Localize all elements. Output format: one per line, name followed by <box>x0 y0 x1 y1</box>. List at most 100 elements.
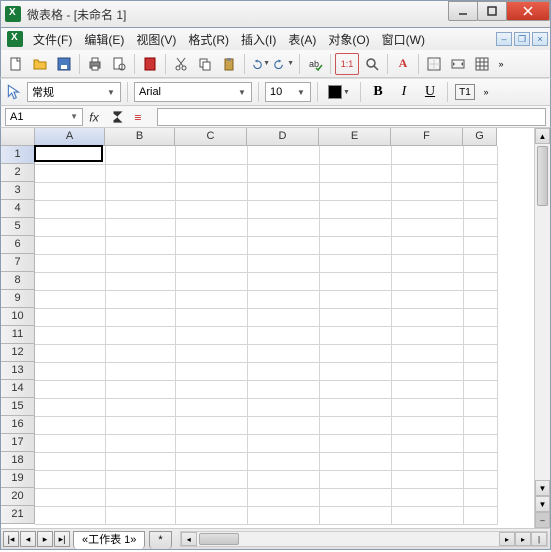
tab-next-button[interactable]: ▸ <box>37 531 53 547</box>
cell[interactable] <box>391 344 463 362</box>
cell[interactable] <box>35 416 105 434</box>
menu-file[interactable]: 文件(F) <box>27 29 78 50</box>
cell[interactable] <box>105 488 175 506</box>
cell[interactable] <box>35 200 105 218</box>
cell[interactable] <box>175 326 247 344</box>
cell[interactable] <box>319 254 391 272</box>
mdi-close-button[interactable]: × <box>532 32 548 46</box>
menu-window[interactable]: 窗口(W) <box>376 29 431 50</box>
vscroll-thumb[interactable] <box>537 146 548 206</box>
cell[interactable] <box>247 506 319 524</box>
cell[interactable] <box>463 362 497 380</box>
cell[interactable] <box>105 362 175 380</box>
cell[interactable] <box>319 308 391 326</box>
cell[interactable] <box>391 308 463 326</box>
cell-area[interactable] <box>35 146 534 528</box>
cell[interactable] <box>391 488 463 506</box>
cell[interactable] <box>247 272 319 290</box>
cell[interactable] <box>35 362 105 380</box>
row-header-11[interactable]: 11 <box>1 326 35 344</box>
cell[interactable] <box>175 344 247 362</box>
cell[interactable] <box>391 362 463 380</box>
cell[interactable] <box>319 488 391 506</box>
scroll-right-button[interactable]: ▸ <box>499 532 515 546</box>
cell[interactable] <box>105 326 175 344</box>
format-overflow[interactable]: » <box>480 81 492 103</box>
cell[interactable] <box>463 398 497 416</box>
cell[interactable] <box>463 308 497 326</box>
horizontal-scrollbar[interactable]: ◂ ▸ ▸ | <box>180 531 548 547</box>
save-button[interactable] <box>53 53 75 75</box>
redo-button[interactable]: ▼ <box>273 53 295 75</box>
horizontal-split-handle[interactable]: | <box>531 532 547 546</box>
cell[interactable] <box>175 416 247 434</box>
cell[interactable] <box>35 272 105 290</box>
cell[interactable] <box>175 362 247 380</box>
column-header-B[interactable]: B <box>105 128 175 146</box>
cell[interactable] <box>319 182 391 200</box>
row-header-17[interactable]: 17 <box>1 434 35 452</box>
cell[interactable] <box>247 290 319 308</box>
cell[interactable] <box>105 254 175 272</box>
cell[interactable] <box>319 146 391 164</box>
spellcheck-button[interactable]: ab <box>304 53 326 75</box>
merge-cells-button[interactable] <box>447 53 469 75</box>
font-combo[interactable]: Arial▼ <box>134 82 252 102</box>
cell[interactable] <box>463 182 497 200</box>
cell[interactable] <box>105 200 175 218</box>
cell[interactable] <box>247 488 319 506</box>
app-icon-small[interactable] <box>7 31 23 47</box>
sum-button[interactable] <box>109 108 127 126</box>
cell[interactable] <box>105 164 175 182</box>
cell[interactable] <box>319 344 391 362</box>
cell[interactable] <box>175 200 247 218</box>
vertical-scrollbar[interactable]: ▲ ▼ ▼ – <box>534 128 550 528</box>
cell[interactable] <box>463 200 497 218</box>
cell[interactable] <box>463 434 497 452</box>
cell[interactable] <box>247 362 319 380</box>
cell[interactable] <box>175 254 247 272</box>
cell[interactable] <box>175 308 247 326</box>
scroll-up-button[interactable]: ▲ <box>535 128 550 144</box>
cell[interactable] <box>391 506 463 524</box>
cell[interactable] <box>247 236 319 254</box>
cell[interactable] <box>175 488 247 506</box>
cell[interactable] <box>35 488 105 506</box>
cell[interactable] <box>319 398 391 416</box>
cell[interactable] <box>105 146 175 164</box>
column-header-C[interactable]: C <box>175 128 247 146</box>
tab-last-button[interactable]: ▸| <box>54 531 70 547</box>
cell[interactable] <box>105 380 175 398</box>
row-header-10[interactable]: 10 <box>1 308 35 326</box>
cell[interactable] <box>463 218 497 236</box>
row-header-9[interactable]: 9 <box>1 290 35 308</box>
cell[interactable] <box>105 290 175 308</box>
cell[interactable] <box>463 380 497 398</box>
row-header-13[interactable]: 13 <box>1 362 35 380</box>
row-header-19[interactable]: 19 <box>1 470 35 488</box>
column-header-G[interactable]: G <box>463 128 497 146</box>
cell[interactable] <box>105 182 175 200</box>
menu-insert[interactable]: 插入(I) <box>235 29 282 50</box>
select-all-corner[interactable] <box>1 128 35 146</box>
cell[interactable] <box>105 470 175 488</box>
cell[interactable] <box>35 164 105 182</box>
cell[interactable] <box>175 506 247 524</box>
cell[interactable] <box>463 488 497 506</box>
cell[interactable] <box>35 290 105 308</box>
cell[interactable] <box>175 146 247 164</box>
cell[interactable] <box>175 272 247 290</box>
row-header-12[interactable]: 12 <box>1 344 35 362</box>
cell[interactable] <box>319 236 391 254</box>
cell[interactable] <box>35 470 105 488</box>
cell[interactable] <box>391 182 463 200</box>
row-header-6[interactable]: 6 <box>1 236 35 254</box>
cell[interactable] <box>175 182 247 200</box>
menu-format[interactable]: 格式(R) <box>182 29 235 50</box>
cell[interactable] <box>105 272 175 290</box>
cell[interactable] <box>35 236 105 254</box>
cell[interactable] <box>247 434 319 452</box>
row-header-5[interactable]: 5 <box>1 218 35 236</box>
cell[interactable] <box>35 182 105 200</box>
italic-button[interactable]: I <box>393 81 415 103</box>
